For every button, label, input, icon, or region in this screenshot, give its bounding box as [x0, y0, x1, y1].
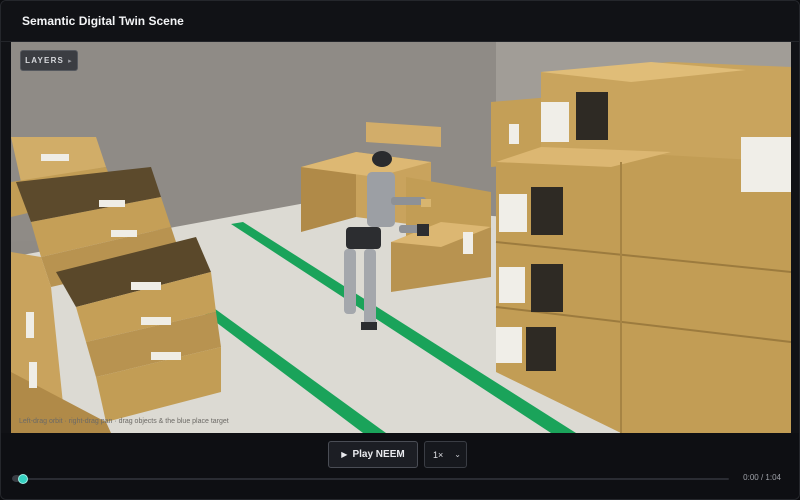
time-total: 1:04: [765, 473, 781, 482]
speed-select[interactable]: 1× ⌄: [424, 441, 467, 468]
chevron-right-icon: ▸: [68, 57, 73, 65]
play-neem-button[interactable]: ▶ Play NEEM: [328, 441, 418, 468]
play-icon: ▶: [341, 450, 348, 459]
timeline-track: [19, 478, 729, 480]
timeline-handle[interactable]: [18, 474, 28, 484]
time-current: 0:00: [743, 473, 759, 482]
page-title: Semantic Digital Twin Scene: [22, 14, 184, 28]
chevron-down-icon: ⌄: [454, 450, 461, 459]
app-window: Semantic Digital Twin Scene LAYERS ▸ Lef…: [0, 0, 800, 500]
play-label: Play NEEM: [352, 449, 405, 460]
scene-viewport[interactable]: LAYERS ▸ Left-drag orbit · right-drag pa…: [11, 42, 791, 433]
playback-controls: ▶ Play NEEM 1× ⌄ 0:00 / 1:04: [1, 433, 799, 499]
scene-render[interactable]: [11, 42, 791, 433]
speed-value: 1×: [433, 449, 444, 460]
viewport-hint: Left-drag orbit · right-drag pan · drag …: [19, 418, 229, 425]
timeline-scrubber[interactable]: [12, 474, 729, 484]
layers-label: LAYERS: [25, 56, 65, 65]
layers-button[interactable]: LAYERS ▸: [20, 50, 78, 71]
time-readout: 0:00 / 1:04: [743, 473, 781, 482]
title-bar: Semantic Digital Twin Scene: [1, 1, 799, 42]
